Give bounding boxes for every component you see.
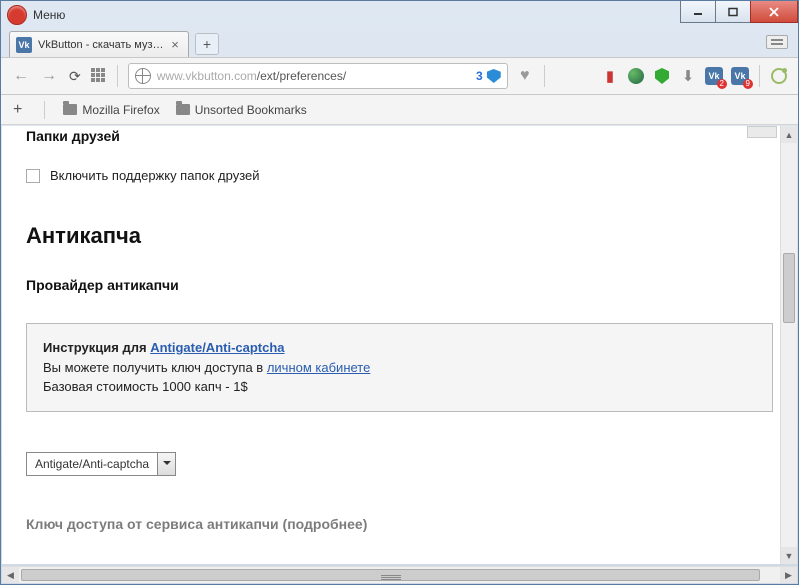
cutoff-heading: Ключ доступа от сервиса антикапчи (подро… <box>26 516 773 532</box>
addressbar-indicators: 3 <box>476 69 501 83</box>
tab-strip: Vk VkButton - скачать музык × + <box>1 29 798 57</box>
scroll-right-button[interactable]: ▶ <box>780 567 797 583</box>
folder-icon <box>176 104 190 115</box>
section-heading-friends: Папки друзей <box>26 128 773 144</box>
tab-close-icon[interactable]: × <box>168 38 182 52</box>
globe-icon <box>135 68 151 84</box>
bookmark-label: Unsorted Bookmarks <box>195 103 307 117</box>
shield-icon[interactable] <box>487 69 501 83</box>
ext-vk-icon-2[interactable]: Vk9 <box>731 67 749 85</box>
divider <box>544 65 545 87</box>
ext-download-icon[interactable]: ⬇ <box>679 67 697 85</box>
scroll-down-button[interactable]: ▼ <box>781 547 797 564</box>
bookmark-folder-firefox[interactable]: Mozilla Firefox <box>63 103 159 117</box>
scroll-thumb[interactable] <box>783 253 795 323</box>
provider-dropdown[interactable]: Antigate/Anti-captcha <box>26 452 176 476</box>
address-bar[interactable]: www.vkbutton.com/ext/preferences/ 3 <box>128 63 508 89</box>
page-content: Папки друзей Включить поддержку папок др… <box>2 126 797 564</box>
toolbar: ← → ⟳ www.vkbutton.com/ext/preferences/ … <box>1 57 798 95</box>
info-line2a: Вы можете получить ключ доступа в <box>43 360 267 375</box>
speed-dial-icon[interactable] <box>91 68 107 84</box>
divider <box>44 101 45 119</box>
new-tab-button[interactable]: + <box>195 33 219 55</box>
forward-button[interactable]: → <box>39 67 59 85</box>
panel-toggle-icon[interactable] <box>766 35 788 49</box>
dropdown-value: Antigate/Anti-captcha <box>27 453 157 475</box>
titlebar: Меню <box>1 1 798 29</box>
content-viewport: Папки друзей Включить поддержку папок др… <box>2 126 797 564</box>
provider-subheading: Провайдер антикапчи <box>26 277 773 293</box>
add-bookmark-button[interactable]: + <box>13 101 22 119</box>
hscroll-track[interactable] <box>19 567 780 583</box>
tab-active[interactable]: Vk VkButton - скачать музык × <box>9 31 189 57</box>
bookmarks-bar: + Mozilla Firefox Unsorted Bookmarks <box>1 95 798 125</box>
scroll-left-button[interactable]: ◀ <box>2 567 19 583</box>
horizontal-scrollbar[interactable]: ◀ ▶ <box>2 566 797 583</box>
ext-sync-icon[interactable] <box>770 67 788 85</box>
url-path: /ext/preferences/ <box>257 69 346 83</box>
close-button[interactable] <box>750 1 798 23</box>
ext-vk-icon-1[interactable]: Vk2 <box>705 67 723 85</box>
tab-title: VkButton - скачать музык <box>38 39 164 51</box>
section-heading-anticaptcha: Антикапча <box>26 223 773 249</box>
info-line3: Базовая стоимость 1000 капч - 1$ <box>43 377 756 397</box>
window-controls <box>680 1 798 23</box>
extension-icons: ▮ ⬇ Vk2 Vk9 <box>601 65 788 87</box>
friends-folders-checkbox[interactable] <box>26 169 40 183</box>
friends-checkbox-label: Включить поддержку папок друзей <box>50 168 260 183</box>
folder-icon <box>63 104 77 115</box>
grip-icon <box>381 574 401 582</box>
hscroll-thumb[interactable] <box>21 569 760 581</box>
ext-shield-green-icon[interactable] <box>653 67 671 85</box>
friends-folders-checkbox-row: Включить поддержку папок друзей <box>26 168 773 183</box>
vertical-scrollbar[interactable]: ▲ ▼ <box>780 126 797 564</box>
divider <box>117 65 118 87</box>
tab-favicon: Vk <box>16 37 32 53</box>
bookmark-label: Mozilla Firefox <box>82 103 159 117</box>
reload-button[interactable]: ⟳ <box>67 68 83 85</box>
browser-window: Меню Vk VkButton - скачать музык × + ← →… <box>0 0 799 585</box>
blocker-count: 3 <box>476 69 483 83</box>
opera-menu-button[interactable] <box>7 5 27 25</box>
bookmark-folder-unsorted[interactable]: Unsorted Bookmarks <box>176 103 307 117</box>
scroll-up-button[interactable]: ▲ <box>781 126 797 143</box>
scroll-track[interactable] <box>781 143 797 547</box>
antigate-link[interactable]: Antigate/Anti-captcha <box>150 340 284 355</box>
bookmark-heart-icon[interactable]: ♥ <box>516 67 534 85</box>
anticaptcha-info-box: Инструкция для Antigate/Anti-captcha Вы … <box>26 323 773 412</box>
minimize-button[interactable] <box>680 1 716 23</box>
info-prefix: Инструкция для <box>43 340 150 355</box>
chevron-down-icon <box>157 453 175 475</box>
back-button[interactable]: ← <box>11 67 31 85</box>
ext-bookmark-icon[interactable]: ▮ <box>601 67 619 85</box>
cabinet-link[interactable]: личном кабинете <box>267 360 371 375</box>
maximize-button[interactable] <box>715 1 751 23</box>
page-thumb[interactable] <box>747 126 777 138</box>
ext-globe-green-icon[interactable] <box>627 67 645 85</box>
url-host: www.vkbutton.com <box>157 69 257 83</box>
divider <box>759 65 760 87</box>
menu-label[interactable]: Меню <box>33 8 65 22</box>
